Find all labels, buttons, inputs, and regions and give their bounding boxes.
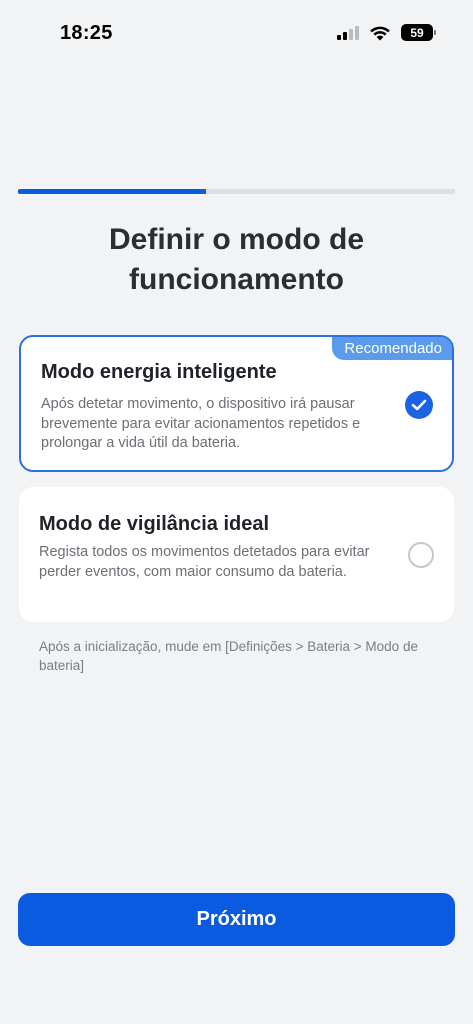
radio-unselected-icon[interactable]: [408, 542, 434, 568]
wifi-icon: [370, 26, 390, 40]
cellular-signal-icon: [337, 25, 359, 40]
recommended-badge: Recomendado: [332, 337, 452, 360]
option-title: Modo de vigilância ideal: [39, 513, 270, 535]
progress-bar-fill: [18, 189, 206, 194]
page-title-line-1: Definir o modo de: [109, 223, 364, 256]
page-title-line-2: funcionamento: [129, 263, 344, 296]
progress-bar: [18, 189, 455, 194]
status-bar: 18:25 59: [0, 0, 473, 70]
option-card-ideal-surveillance[interactable]: Modo de vigilância ideal Regista todos o…: [19, 487, 454, 622]
status-time: 18:25: [60, 22, 113, 44]
option-card-smart-energy[interactable]: Recomendado Modo energia inteligente Apó…: [19, 335, 454, 472]
option-description: Após detetar movimento, o dispositivo ir…: [41, 396, 361, 451]
battery-icon: 59: [401, 24, 436, 41]
page-title: Definir o modo de funcionamento: [0, 220, 473, 300]
next-button[interactable]: Próximo: [18, 893, 455, 946]
option-title: Modo energia inteligente: [41, 361, 277, 383]
check-icon[interactable]: [405, 391, 433, 419]
option-description: Regista todos os movimentos detetados pa…: [39, 544, 370, 580]
settings-hint-note: Após a inicialização, mude em [Definiçõe…: [39, 639, 418, 673]
battery-level: 59: [410, 25, 424, 40]
status-icons: 59: [337, 24, 436, 41]
